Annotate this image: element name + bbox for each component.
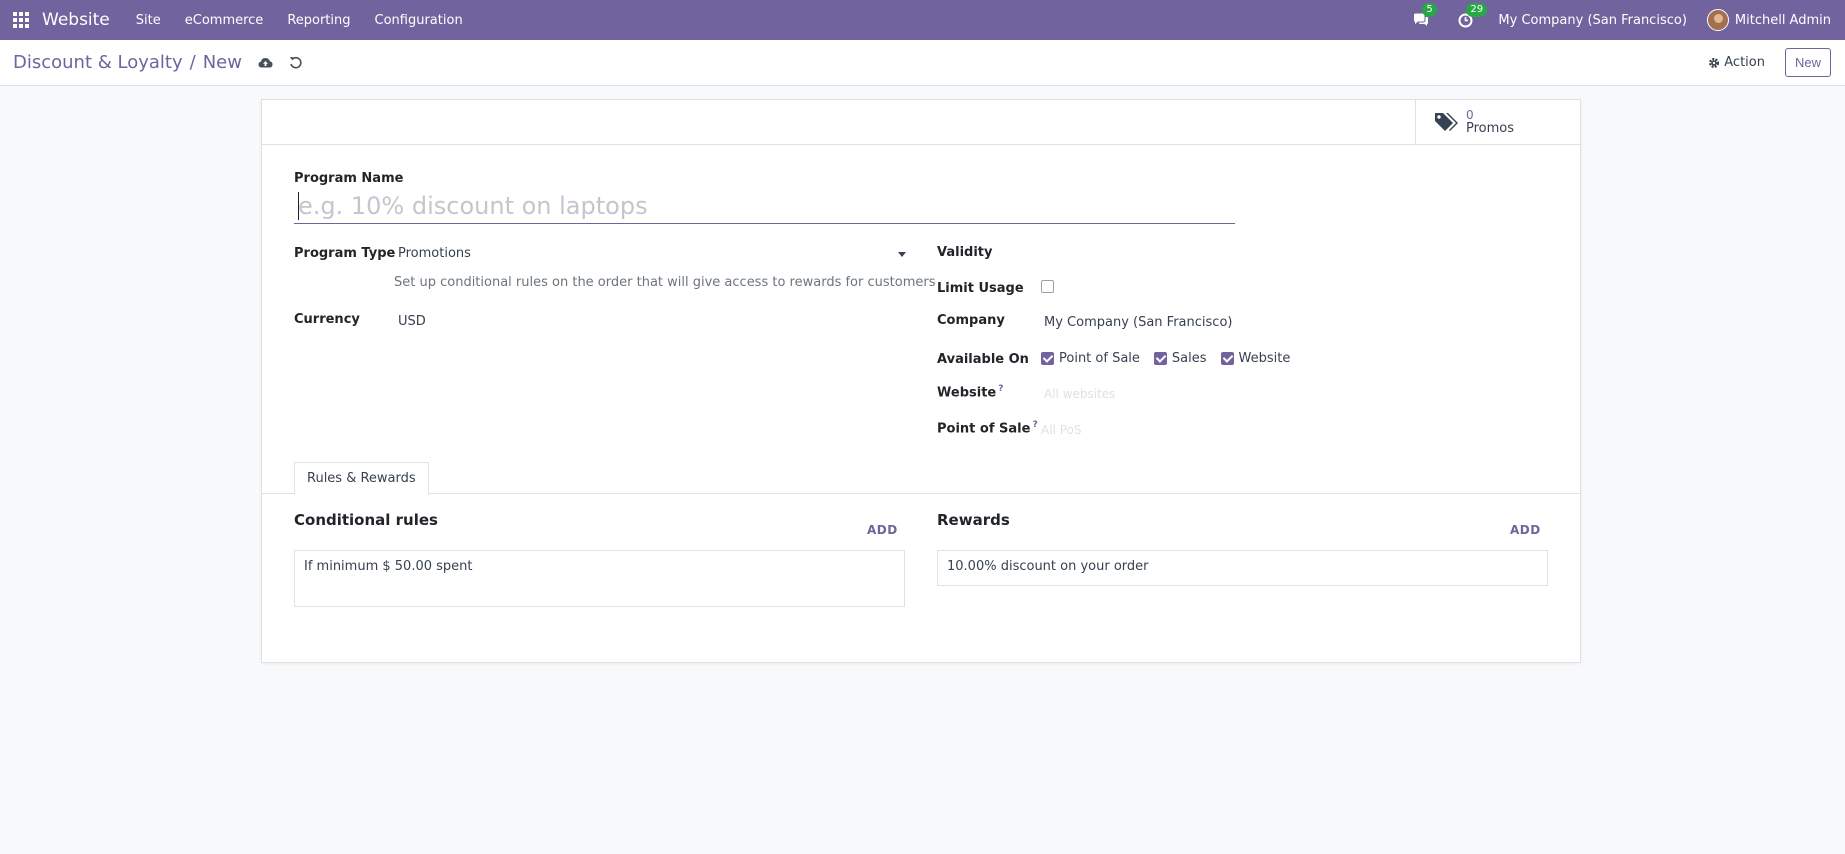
program-name-input[interactable] <box>294 188 1235 224</box>
program-type-value: Promotions <box>398 246 471 261</box>
user-menu[interactable]: Mitchell Admin <box>1706 9 1831 31</box>
action-label: Action <box>1724 55 1765 70</box>
user-name: Mitchell Admin <box>1734 12 1831 28</box>
rewards-list: 10.00% discount on your order <box>937 550 1548 586</box>
text-cursor <box>298 192 299 220</box>
available-on-sales[interactable]: Sales <box>1153 351 1207 366</box>
promos-count: 0 <box>1466 108 1474 122</box>
menu-ecommerce[interactable]: eCommerce <box>173 13 276 28</box>
available-on-website[interactable]: Website <box>1220 351 1291 366</box>
menu-configuration[interactable]: Configuration <box>363 13 475 28</box>
pos-checkbox[interactable] <box>1041 352 1054 365</box>
new-button[interactable]: New <box>1784 48 1831 77</box>
company-switcher[interactable]: My Company (San Francisco) <box>1498 13 1686 28</box>
company-field[interactable]: My Company (San Francisco) <box>1044 315 1232 330</box>
avatar <box>1706 9 1729 31</box>
form-sheet: 0 Promos Program Name Program Type Promo… <box>261 99 1581 663</box>
menu-reporting[interactable]: Reporting <box>275 13 362 28</box>
add-reward-button[interactable]: ADD <box>1510 523 1541 537</box>
sales-checkbox-label: Sales <box>1171 351 1207 366</box>
menu-site[interactable]: Site <box>124 13 173 28</box>
top-navbar: Website Site eCommerce Reporting Configu… <box>0 0 1845 40</box>
save-button[interactable] <box>258 55 274 71</box>
validity-label: Validity <box>937 245 993 260</box>
activities-count-badge: 29 <box>1466 3 1488 17</box>
website-label-text: Website <box>937 385 997 401</box>
currency-field[interactable]: USD <box>398 314 426 329</box>
promos-label: Promos <box>1466 121 1515 136</box>
conditional-rules-title: Conditional rules <box>294 511 438 529</box>
sales-checkbox[interactable] <box>1153 352 1167 365</box>
apps-menu-icon[interactable] <box>0 0 42 40</box>
conditional-rules-list: If minimum $ 50.00 spent <box>294 550 905 607</box>
undo-icon <box>290 56 303 69</box>
add-rule-button[interactable]: ADD <box>867 523 898 537</box>
cloud-upload-icon <box>258 58 273 68</box>
action-menu-button[interactable]: Action <box>1708 55 1765 70</box>
discard-button[interactable] <box>288 55 304 71</box>
chevron-down-icon <box>898 252 906 257</box>
tags-icon <box>1435 113 1458 131</box>
pos-checkbox-label: Point of Sale <box>1059 351 1140 366</box>
app-name[interactable]: Website <box>42 10 110 30</box>
website-help-icon[interactable]: ? <box>998 384 1003 394</box>
website-checkbox-label: Website <box>1238 351 1291 366</box>
program-type-help: Set up conditional rules on the order th… <box>394 275 936 290</box>
notebook-tabs: Rules & Rewards <box>262 462 1580 495</box>
currency-label: Currency <box>294 312 360 327</box>
promos-smart-button[interactable]: 0 Promos <box>1415 100 1580 144</box>
reward-item[interactable]: 10.00% discount on your order <box>947 559 1538 574</box>
activities-button[interactable]: 29 <box>1454 3 1488 31</box>
breadcrumb-parent[interactable]: Discount & Loyalty <box>13 52 183 73</box>
limit-usage-checkbox[interactable] <box>1041 280 1054 293</box>
available-on-label: Available On <box>937 352 1029 367</box>
available-on-group: Point of Sale Sales Website <box>1041 351 1304 366</box>
breadcrumb: Discount & Loyalty / New <box>13 52 242 73</box>
breadcrumb-separator: / <box>189 52 196 73</box>
program-name-label: Program Name <box>294 171 404 186</box>
program-type-label: Program Type <box>294 246 396 261</box>
button-box: 0 Promos <box>262 100 1580 145</box>
control-panel: Discount & Loyalty / New Action New <box>0 40 1845 86</box>
program-type-select[interactable]: Promotions <box>398 246 913 268</box>
gear-icon <box>1709 57 1720 68</box>
website-label: Website? <box>937 384 1003 400</box>
rewards-title: Rewards <box>937 511 1010 529</box>
website-checkbox[interactable] <box>1220 352 1234 365</box>
company-label: Company <box>937 313 1005 328</box>
available-on-pos[interactable]: Point of Sale <box>1041 351 1140 366</box>
messages-count-badge: 5 <box>1422 3 1437 17</box>
breadcrumb-current: New <box>202 52 242 73</box>
rule-item[interactable]: If minimum $ 50.00 spent <box>304 559 895 574</box>
tab-rules-rewards[interactable]: Rules & Rewards <box>294 462 429 495</box>
pos-help-icon[interactable]: ? <box>1032 420 1037 430</box>
pos-field[interactable]: All PoS <box>1041 423 1081 437</box>
website-field[interactable]: All websites <box>1044 387 1115 401</box>
pos-label: Point of Sale? <box>937 420 1038 436</box>
limit-usage-label: Limit Usage <box>937 281 1024 296</box>
main-menu: Site eCommerce Reporting Configuration <box>124 13 475 28</box>
pos-label-text: Point of Sale <box>937 421 1031 437</box>
messages-button[interactable]: 5 <box>1410 3 1437 31</box>
